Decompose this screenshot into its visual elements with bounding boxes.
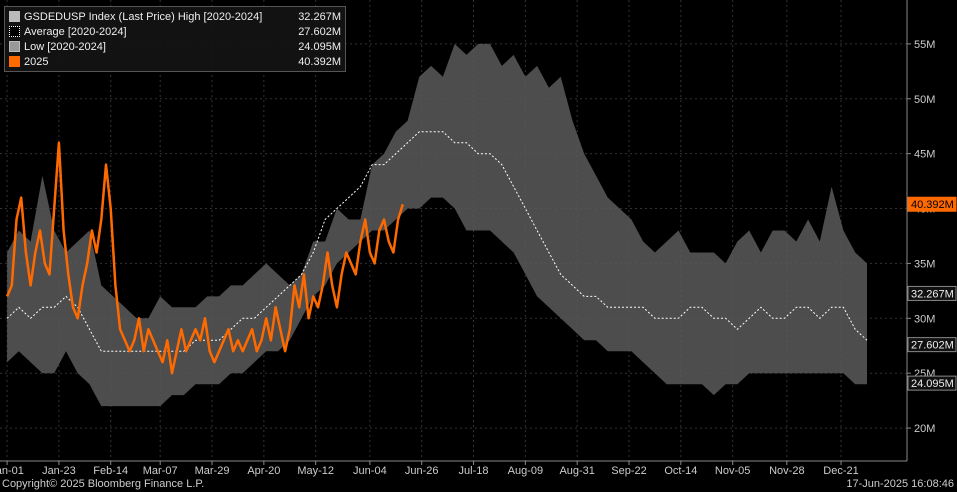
x-tick-label: Sep-22 [611,465,646,477]
x-axis-ticks: Jan-01 Jan-23 Feb-14 Mar-07 Mar-29 Apr-20 May-… [0,461,859,477]
x-tick-label: Jun-04 [353,465,387,477]
legend-label: Low [2020-2024] [24,40,106,53]
x-tick-label: Jan-01 [0,465,24,477]
x-tick-label: Apr-20 [247,465,280,477]
x-tick-label: Jul-18 [459,465,489,477]
x-tick-label: Aug-09 [508,465,543,477]
legend-value: 27.602M [298,25,341,38]
y-tick-label: 55M [914,39,935,51]
last-value-label: 24.095M [911,378,954,390]
y-tick-label: 20M [914,423,935,435]
legend-label: GSDEDUSP Index (Last Price) High [2020-2… [24,10,263,23]
last-value-label: 32.267M [911,288,954,300]
x-tick-label: Nov-05 [715,465,750,477]
copyright-text: Copyright© 2025 Bloomberg Finance L.P. [2,478,205,490]
x-tick-label: Aug-31 [559,465,594,477]
y-tick-label: 35M [914,258,935,270]
legend: GSDEDUSP Index (Last Price) High [2020-2… [4,6,346,72]
legend-row-high: GSDEDUSP Index (Last Price) High [2020-2… [9,9,341,24]
last-value-label: 40.392M [911,199,954,211]
legend-row-average: Average [2020-2024] 27.602M [9,24,341,39]
last-value-labels: 40.392M 32.267M 27.602M 24.095M [907,196,957,391]
legend-row-2025: 2025 40.392M [9,54,341,69]
y-tick-label: 30M [914,313,935,325]
legend-value: 40.392M [298,55,341,68]
y-tick-label: 45M [914,149,935,161]
legend-value: 24.095M [298,40,341,53]
timestamp-text: 17-Jun-2025 16:08:46 [846,478,954,490]
x-tick-label: Feb-14 [93,465,128,477]
y-tick-label: 50M [914,94,935,106]
legend-label: 2025 [24,55,49,68]
x-tick-label: Mar-29 [195,465,230,477]
legend-row-low: Low [2020-2024] 24.095M [9,39,341,54]
x-tick-label: Jun-26 [405,465,439,477]
x-tick-label: Oct-14 [664,465,697,477]
legend-swatch-average [9,26,20,37]
legend-value: 32.267M [298,10,341,23]
legend-label: Average [2020-2024] [24,25,127,38]
seasonality-chart: 20M25M30M35M40M45M50M55M Jan-01Jan-23Feb… [0,0,957,477]
last-value-label: 27.602M [911,340,954,352]
legend-swatch-high [9,11,20,22]
legend-swatch-low [9,41,20,52]
x-tick-label: May-12 [297,465,334,477]
x-tick-label: Mar-07 [143,465,178,477]
x-tick-label: Nov-28 [769,465,804,477]
x-tick-label: Jan-23 [42,465,76,477]
legend-swatch-2025 [9,56,20,67]
x-tick-label: Dec-21 [823,465,858,477]
